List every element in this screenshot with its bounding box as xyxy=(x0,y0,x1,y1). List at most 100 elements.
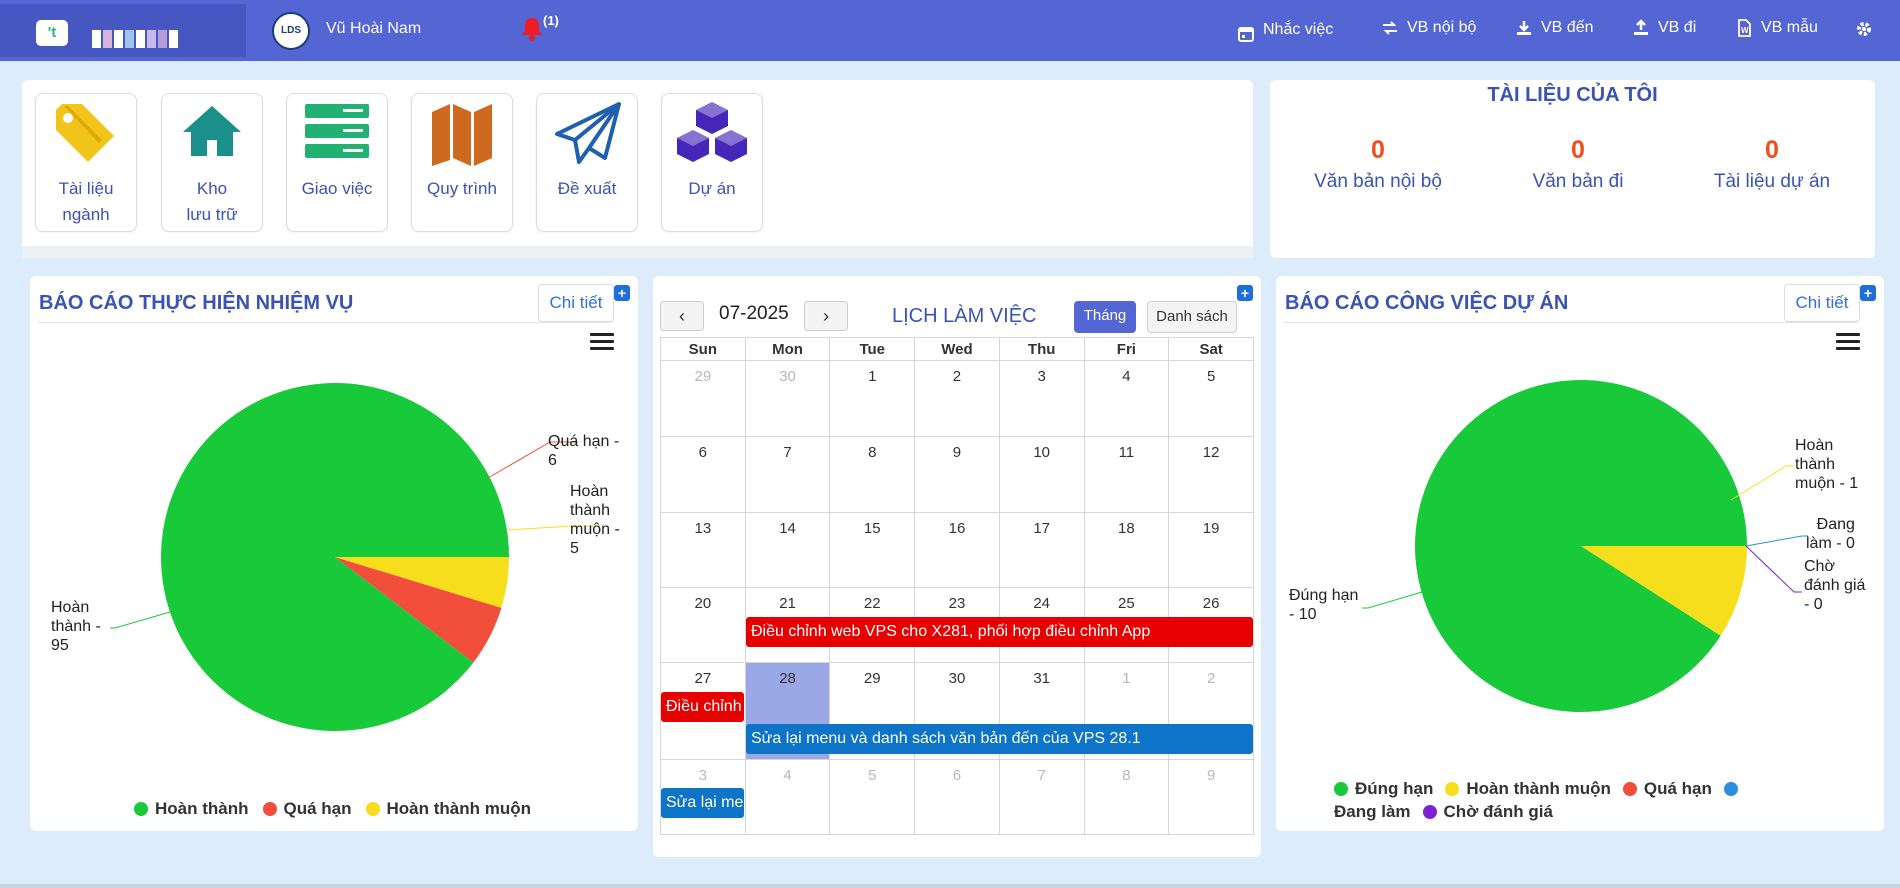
legend-item[interactable]: Quá hạn xyxy=(1644,779,1712,799)
legend-item[interactable]: Chờ đánh giá xyxy=(1444,802,1553,822)
nav-vb-mau[interactable]: W VB mẫu xyxy=(1735,19,1818,37)
nav-label: VB đến xyxy=(1541,19,1594,36)
calendar-day-cell[interactable]: 5 xyxy=(829,759,916,835)
calendar-day-cell[interactable]: 8 xyxy=(829,436,916,513)
calendar-day-cell[interactable]: 6 xyxy=(914,759,1000,835)
calendar-day-cell[interactable]: 20 xyxy=(660,587,746,663)
legend-item[interactable]: Đang làm xyxy=(1334,802,1411,822)
legend-item[interactable]: Quá hạn xyxy=(284,799,352,819)
slice-connector xyxy=(1745,545,1802,593)
legend-dot xyxy=(134,802,148,816)
cubes-icon xyxy=(677,102,747,162)
calendar-day-cell[interactable]: 5 xyxy=(1168,360,1254,437)
nav-vb-di[interactable]: VB đi xyxy=(1632,19,1696,37)
tile-quy-trinh[interactable]: Quy trình xyxy=(411,93,513,232)
app-logo[interactable]: 't xyxy=(0,4,246,57)
page-bottom-border xyxy=(0,884,1900,888)
stat-label: Tài liệu dự án xyxy=(1713,171,1831,192)
divider xyxy=(1284,322,1858,323)
calendar-day-cell[interactable]: 11 xyxy=(1083,436,1170,513)
calendar-day-cell[interactable]: 8 xyxy=(1083,759,1170,835)
legend-item[interactable]: Hoàn thành xyxy=(155,799,249,819)
calendar-day-cell[interactable]: 4 xyxy=(744,759,831,835)
tile-kho-luu-tru[interactable]: Kho lưu trữ xyxy=(161,93,263,232)
calendar-event[interactable]: Điều chỉnh web VPS cho X281, phối hợp đi… xyxy=(661,692,744,722)
weekday-header: Sun xyxy=(660,337,746,361)
calendar-day-cell[interactable]: 6 xyxy=(660,436,746,513)
gear-icon[interactable] xyxy=(1855,20,1873,38)
paper-plane-icon xyxy=(555,102,621,164)
nav-label: VB mẫu xyxy=(1761,19,1818,36)
task-report-add-button[interactable]: + xyxy=(614,285,630,301)
calendar-day-cell[interactable]: 17 xyxy=(998,512,1085,588)
tile-label: Quy trình xyxy=(427,179,497,198)
divider xyxy=(38,322,612,323)
calendar-prev-button[interactable]: ‹ xyxy=(660,301,704,331)
calendar-day-cell[interactable]: 1 xyxy=(829,360,916,437)
calendar-day-cell[interactable]: 14 xyxy=(744,512,831,588)
calendar-day-cell[interactable]: 18 xyxy=(1083,512,1170,588)
project-report-detail-button[interactable]: Chi tiết xyxy=(1784,284,1860,322)
username[interactable]: Vũ Hoài Nam xyxy=(326,20,421,38)
nav-label: VB đi xyxy=(1658,19,1697,36)
slice-label-on-time: Đúng hạn - 10 xyxy=(1289,587,1359,623)
calendar-day-cell[interactable]: 7 xyxy=(744,436,831,513)
calendar-event[interactable]: Điều chỉnh web VPS cho X281, phối hợp đi… xyxy=(746,617,1253,647)
legend-item[interactable]: Hoàn thành muộn xyxy=(1466,779,1610,799)
calendar-day-cell[interactable]: 2 xyxy=(914,360,1000,437)
nav-vb-den[interactable]: VB đến xyxy=(1515,19,1593,37)
calendar-day-cell[interactable]: 9 xyxy=(914,436,1000,513)
legend-item[interactable]: Đúng hạn xyxy=(1355,779,1433,799)
calendar-day-cell[interactable]: 29 xyxy=(660,360,746,437)
tile-de-xuat[interactable]: Đề xuất xyxy=(536,93,638,232)
calendar-event[interactable]: Sửa lại menu và danh sách văn bản đến củ… xyxy=(746,724,1253,754)
calendar-add-button[interactable]: + xyxy=(1237,285,1253,301)
project-report-legend: Đúng hạn Hoàn thành muộn Quá hạn Đang là… xyxy=(1334,779,1774,822)
tile-tai-lieu-nganh[interactable]: Tài liệu ngành xyxy=(35,93,137,232)
calendar-day-cell[interactable]: 4 xyxy=(1083,360,1170,437)
stat-tai-lieu-du-an[interactable]: 0 Tài liệu dự án xyxy=(1652,136,1892,193)
map-icon xyxy=(432,104,492,166)
view-month-button[interactable]: Tháng xyxy=(1074,301,1136,333)
calendar-day-cell[interactable]: 19 xyxy=(1168,512,1254,588)
task-report-detail-button[interactable]: Chi tiết xyxy=(538,284,614,322)
top-navigation-bar: 't LDS Vũ Hoài Nam (1) Nhắc việc VB nội … xyxy=(0,0,1900,61)
calendar-day-cell[interactable]: 10 xyxy=(998,436,1085,513)
tile-giao-viec[interactable]: Giao việc xyxy=(286,93,388,232)
legend-item[interactable]: Hoàn thành muộn xyxy=(387,799,531,819)
task-report-title: BÁO CÁO THỰC HIỆN NHIỆM VỤ xyxy=(39,292,354,314)
legend-dot xyxy=(1334,782,1348,796)
slice-connector xyxy=(110,611,171,629)
calendar-day-cell[interactable]: 16 xyxy=(914,512,1000,588)
project-report-add-button[interactable]: + xyxy=(1860,285,1876,301)
legend-dot xyxy=(1723,782,1738,796)
calendar-day-cell[interactable]: 7 xyxy=(998,759,1085,835)
weekday-header: Sat xyxy=(1168,337,1254,361)
server-list-icon xyxy=(305,104,369,158)
calendar-day-cell[interactable]: 12 xyxy=(1168,436,1254,513)
slice-label-late-complete: Hoàn thành muộn - 5 xyxy=(570,483,620,557)
calendar-event[interactable]: Sửa lại menu và danh sách văn bản đến củ… xyxy=(661,788,744,818)
tile-label: Giao việc xyxy=(301,179,373,198)
calendar-day-cell[interactable]: 9 xyxy=(1168,759,1254,835)
tile-label: Đề xuất xyxy=(557,179,617,198)
nav-vb-noi-bo[interactable]: VB nội bộ xyxy=(1381,19,1476,37)
calendar-day-cell[interactable]: 3 xyxy=(998,360,1085,437)
app-name-obscured xyxy=(92,30,202,48)
download-icon xyxy=(1517,21,1531,35)
logo-icon: 't xyxy=(36,20,68,46)
bell-icon[interactable] xyxy=(520,16,544,42)
nav-nhac-viec[interactable]: Nhắc việc xyxy=(1237,17,1333,43)
calendar-next-button[interactable]: › xyxy=(804,301,848,331)
slice-connector xyxy=(1745,535,1808,547)
avatar[interactable]: LDS xyxy=(272,12,310,50)
project-report-pie-chart xyxy=(1362,379,1808,712)
calendar-day-cell[interactable]: 15 xyxy=(829,512,916,588)
calendar-day-cell[interactable]: 13 xyxy=(660,512,746,588)
task-report-pie-chart xyxy=(110,383,600,731)
view-list-button[interactable]: Danh sách xyxy=(1147,301,1237,333)
calendar-day-cell[interactable]: 30 xyxy=(744,360,831,437)
slice-label-pending-review: Chờ đánh giá - 0 xyxy=(1804,558,1866,613)
tile-du-an[interactable]: Dự án xyxy=(661,93,763,232)
calendar-icon xyxy=(1238,27,1254,42)
